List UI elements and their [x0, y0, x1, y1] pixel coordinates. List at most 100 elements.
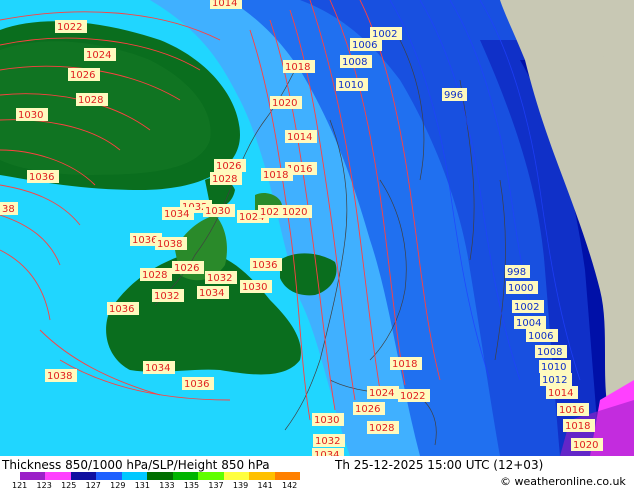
isobar-label-text: 1036: [109, 304, 134, 315]
isobar-label: 1026: [214, 159, 246, 172]
isobar-label-text: 1010: [541, 362, 566, 373]
isobar-label-text: 1002: [514, 302, 539, 313]
scale-swatch: [96, 472, 122, 480]
scale-tick-label: 125: [61, 481, 77, 490]
isobar-label-text: 1008: [342, 57, 367, 68]
isobar-label: 1004: [514, 316, 546, 329]
isobar-label-text: 1032: [207, 273, 232, 284]
isobar-label-text: 1034: [199, 288, 224, 299]
map-canvas: 1014 1022 1024 1026 1028 1030 1036 38 1002 1006 10…: [0, 0, 634, 456]
isobar-label: 1032: [205, 271, 237, 284]
isobar-label-text: 1022: [57, 22, 82, 33]
scale-tick-label: 121: [12, 481, 28, 490]
isobar-label-text: 1034: [164, 209, 189, 220]
isobar-label: 1032: [313, 434, 345, 447]
copyright-link[interactable]: © weatheronline.co.uk: [500, 475, 626, 488]
isobar-label: 1014: [285, 130, 317, 143]
isobar-label: 1036: [27, 170, 59, 183]
isobar-label-text: 1020: [573, 440, 598, 451]
scale-swatch: [45, 472, 71, 480]
isobar-label-text: 998: [507, 267, 526, 278]
isobar-label: 1026: [68, 68, 100, 81]
isobar-label: 996: [442, 88, 467, 101]
footer: Thickness 850/1000 hPa/SLP/Height 850 hP…: [0, 456, 634, 490]
isobar-label-text: 1022: [400, 391, 425, 402]
isobar-label-text: 1030: [18, 110, 43, 121]
weather-map[interactable]: 1014 1022 1024 1026 1028 1030 1036 38 1002 1006 10…: [0, 0, 634, 456]
isobar-label: 1030: [312, 413, 344, 426]
isobar-label: 1006: [350, 38, 382, 51]
scale-swatch: [70, 472, 97, 480]
isobar-label: 1036: [250, 258, 282, 271]
color-scale: [20, 472, 300, 480]
scale-tick-label: 127: [85, 481, 101, 490]
isobar-label: 1020: [571, 438, 603, 451]
isobar-label-text: 1026: [355, 404, 380, 415]
isobar-label-text: 1032: [315, 436, 340, 447]
isobar-label-text: 1020: [272, 98, 297, 109]
isobar-label-text: 1036: [132, 235, 157, 246]
isobar-label: 1012: [540, 373, 572, 386]
scale-swatch: [249, 472, 275, 480]
isobar-label: 1008: [535, 345, 567, 358]
scale-swatch: [121, 472, 148, 480]
isobar-label: 1036: [182, 377, 214, 390]
isobar-label: 1034: [143, 361, 175, 374]
scale-swatch: [198, 472, 224, 480]
isobar-label: 1034: [197, 286, 229, 299]
scale-tick-label: 135: [183, 481, 200, 490]
isobar-label-text: 1032: [154, 291, 179, 302]
isobar-label-text: 1012: [542, 375, 567, 386]
isobar-label-text: 1038: [157, 239, 182, 250]
isobar-label-text: 1028: [369, 423, 394, 434]
isobar-label: 1028: [210, 172, 242, 185]
isobar-label-text: 1018: [392, 359, 417, 370]
scale-swatch: [147, 472, 173, 480]
scale-tick-label: 133: [159, 481, 175, 490]
isobar-label-text: 1018: [285, 62, 310, 73]
isobar-label: 1020: [280, 205, 312, 218]
isobar-label-text: 1034: [145, 363, 170, 374]
isobar-label-text: 1036: [184, 379, 209, 390]
isobar-label: 998: [505, 265, 530, 278]
scale-tick-label: 123: [36, 481, 52, 490]
scale-tick-label: 137: [208, 481, 224, 490]
isobar-label-text: 996: [444, 90, 463, 101]
isobar-label: 1010: [336, 78, 368, 91]
isobar-label: 1016: [557, 403, 589, 416]
isobar-label: 1014: [210, 0, 242, 9]
scale-tick-label: 131: [134, 481, 150, 490]
isobar-label-text: 1004: [516, 318, 541, 329]
isobar-label: 1028: [76, 93, 108, 106]
scale-tick-label: 139: [232, 481, 249, 490]
isobar-label: 1038: [155, 237, 187, 250]
isobar-label-text: 1026: [216, 161, 241, 172]
isobar-label-text: 1000: [508, 283, 533, 294]
isobar-label: 1024: [84, 48, 116, 61]
isobar-label-text: 1014: [548, 388, 573, 399]
isobar-label-text: 1030: [205, 206, 230, 217]
isobar-label-text: 38: [2, 204, 15, 215]
isobar-label: 1030: [240, 280, 272, 293]
isobar-label: 1034: [162, 207, 194, 220]
isobar-label-text: 1036: [252, 260, 277, 271]
isobar-label: 1036: [107, 302, 139, 315]
isobar-label: 1008: [340, 55, 372, 68]
isobar-label-text: 1024: [86, 50, 111, 61]
isobar-label: 1032: [152, 289, 184, 302]
isobar-label-text: 1026: [70, 70, 95, 81]
isobar-label: 1010: [539, 360, 571, 373]
isobar-label-text: 1014: [287, 132, 312, 143]
isobar-label-text: 1020: [282, 207, 307, 218]
map-title: Thickness 850/1000 hPa/SLP/Height 850 hP…: [2, 458, 270, 472]
isobar-label: 1028: [367, 421, 399, 434]
isobar-label-text: 1016: [559, 405, 584, 416]
isobar-label: 1020: [270, 96, 302, 109]
isobar-label: 1018: [261, 168, 293, 181]
isobar-label: 1002: [512, 300, 544, 313]
scale-tick-label: 142: [282, 481, 298, 490]
isobar-label: 1026: [353, 402, 385, 415]
isobar-label-text: 1018: [263, 170, 288, 181]
isobar-label: 1038: [45, 369, 77, 382]
isobar-label: 1018: [563, 419, 595, 432]
